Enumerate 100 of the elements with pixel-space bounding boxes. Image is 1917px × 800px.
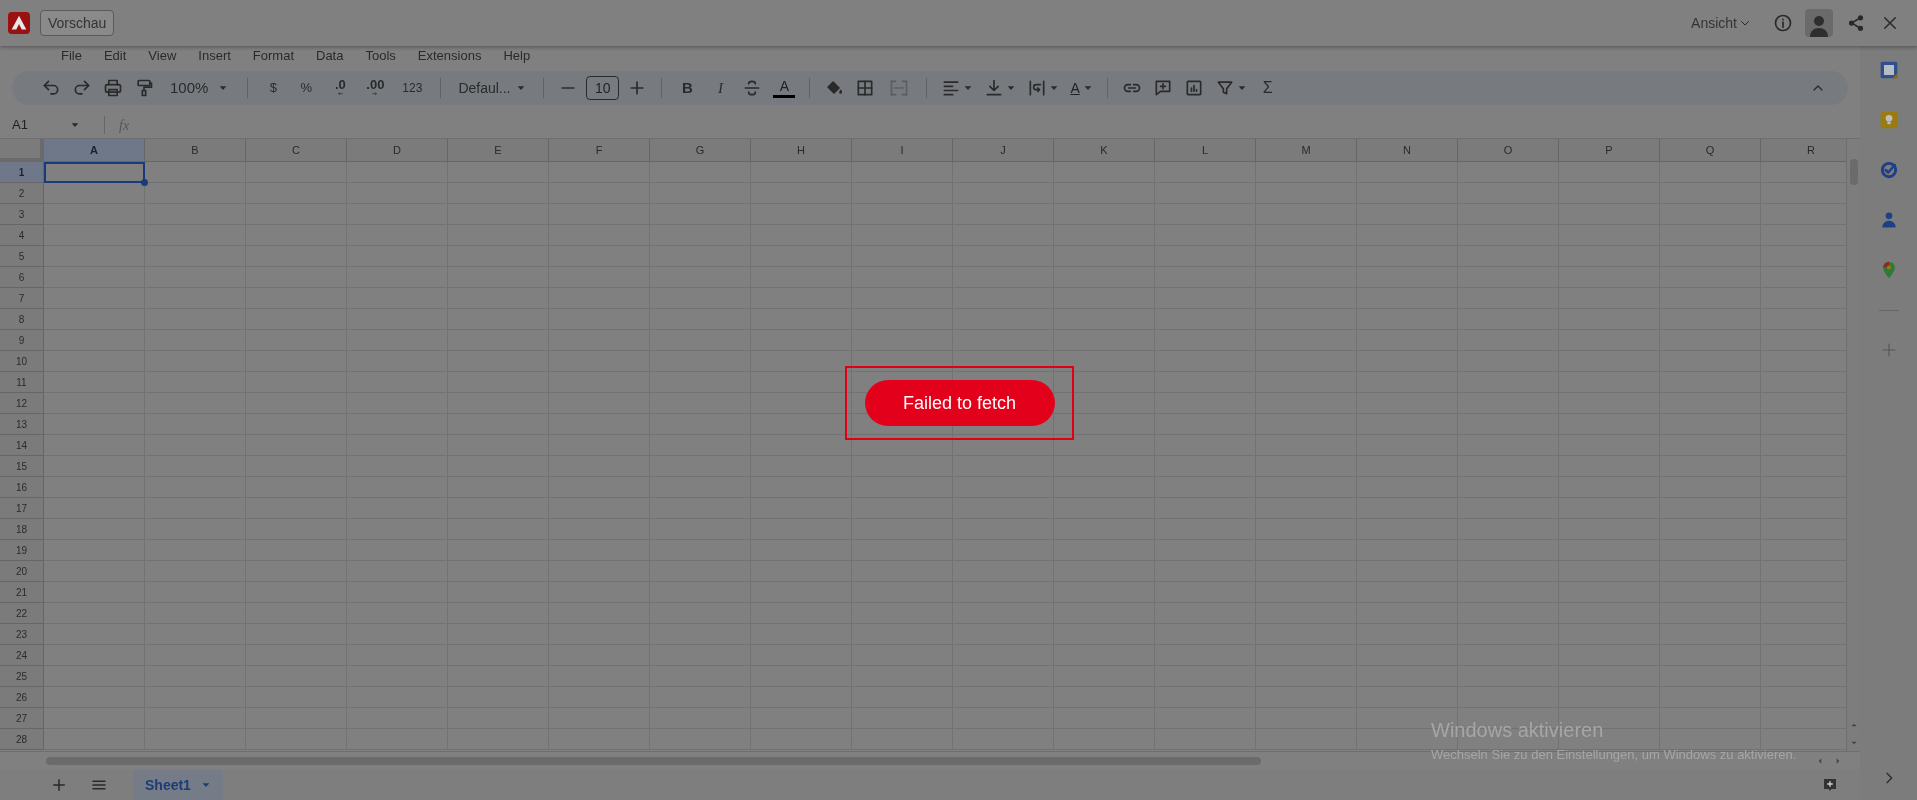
row-header[interactable]: 10 [0,351,44,372]
column-header[interactable]: D [347,139,448,162]
column-header[interactable]: G [650,139,751,162]
scroll-up-icon[interactable] [1849,721,1858,729]
row-header[interactable]: 8 [0,309,44,330]
plus-icon[interactable] [50,776,68,794]
row-header[interactable]: 19 [0,540,44,561]
caret-icon[interactable] [516,83,527,93]
row-header[interactable]: 23 [0,624,44,645]
row-header[interactable]: 28 [0,729,44,750]
column-header[interactable]: E [448,139,549,162]
row-header[interactable]: 17 [0,498,44,519]
column-header[interactable]: B [145,139,246,162]
menu-item[interactable]: View [148,48,177,62]
caret-icon[interactable] [200,780,211,790]
scroll-down-icon[interactable] [1849,739,1858,747]
row-header[interactable]: 21 [0,582,44,603]
font-dropdown[interactable]: Defaul... [452,75,533,101]
view-menu[interactable]: Ansicht [1691,12,1751,34]
column-header[interactable]: N [1357,139,1458,162]
fill-handle[interactable] [141,179,148,186]
functions-button[interactable]: Σ [1254,75,1281,101]
text-wrap-icon[interactable] [1027,78,1048,98]
paint-roller-icon[interactable] [134,78,154,98]
column-header[interactable]: R [1761,139,1846,162]
menu-item[interactable]: Extensions [417,48,482,62]
print-icon[interactable] [103,78,123,98]
currency-button[interactable]: $ [259,75,288,101]
caret-icon[interactable] [963,83,974,93]
row-header[interactable]: 7 [0,288,44,309]
row-header[interactable]: 5 [0,246,44,267]
percent-button[interactable]: % [292,75,321,101]
increase-decimal-button[interactable]: .00 [360,75,391,101]
avatar[interactable] [1805,9,1833,37]
close-icon[interactable] [1881,14,1899,32]
info-icon[interactable] [1773,13,1793,33]
row-header[interactable]: 15 [0,456,44,477]
column-header[interactable]: C [246,139,347,162]
row-header[interactable]: 18 [0,519,44,540]
app-logo-icon[interactable] [8,12,30,34]
cell-grid[interactable] [44,162,1846,750]
calendar-icon[interactable] [1878,60,1899,80]
row-header[interactable]: 27 [0,708,44,729]
selected-cell[interactable] [44,162,145,183]
column-header[interactable]: O [1458,139,1559,162]
scroll-left-icon[interactable] [1816,757,1824,765]
menu-item[interactable]: Edit [103,48,127,62]
row-header[interactable]: 26 [0,687,44,708]
menu-item[interactable]: Insert [198,48,231,62]
row-header[interactable]: 16 [0,477,44,498]
font-size-field[interactable]: 10 [586,76,620,100]
row-header[interactable]: 1 [0,162,44,183]
caret-icon[interactable] [1006,83,1017,93]
column-header[interactable]: A [44,139,145,162]
undo-icon[interactable] [41,78,61,98]
row-header[interactable]: 14 [0,435,44,456]
text-rotation-button[interactable]: A [1070,75,1093,101]
caret-icon[interactable] [70,120,80,130]
share-icon[interactable] [1847,14,1865,32]
redo-icon[interactable] [72,78,92,98]
more-formats-button[interactable]: 123 [395,75,430,101]
task-check-icon[interactable] [1878,160,1899,180]
decrease-decimal-button[interactable]: .0 [325,75,356,101]
italic-button[interactable]: I [706,75,735,101]
row-header[interactable]: 25 [0,666,44,687]
column-header[interactable]: K [1054,139,1155,162]
sheet-tab[interactable]: Sheet1 [133,770,223,800]
menu-item[interactable]: Help [503,48,531,62]
column-header[interactable]: F [549,139,650,162]
add-comment-icon[interactable] [1822,777,1838,793]
caret-icon[interactable] [1236,83,1247,93]
column-header[interactable]: J [953,139,1054,162]
text-color-button[interactable]: A [770,75,799,101]
zoom-dropdown[interactable]: 100% [162,75,237,101]
row-header[interactable]: 2 [0,183,44,204]
row-header[interactable]: 4 [0,225,44,246]
caret-icon[interactable] [1082,83,1093,93]
column-header[interactable]: P [1559,139,1660,162]
column-header[interactable]: H [751,139,852,162]
row-header[interactable]: 13 [0,414,44,435]
row-header[interactable]: 20 [0,561,44,582]
menu-item[interactable]: Tools [365,48,396,62]
borders-icon[interactable] [855,78,876,98]
column-header[interactable]: Q [1660,139,1761,162]
row-header[interactable]: 24 [0,645,44,666]
column-header[interactable]: M [1256,139,1357,162]
lightbulb-icon[interactable] [1878,110,1899,130]
row-header[interactable]: 11 [0,372,44,393]
row-header[interactable]: 22 [0,603,44,624]
caret-icon[interactable] [1049,83,1060,93]
menu-item[interactable]: File [61,48,82,62]
name-box[interactable]: A1 [0,115,90,135]
row-header[interactable]: 3 [0,204,44,225]
scroll-right-icon[interactable] [1834,757,1842,765]
menu-item[interactable]: Data [316,48,344,62]
row-header[interactable]: 6 [0,267,44,288]
row-header[interactable]: 9 [0,330,44,351]
bold-button[interactable]: B [673,75,702,101]
caret-icon[interactable] [218,83,229,93]
menu-item[interactable]: Format [252,48,294,62]
